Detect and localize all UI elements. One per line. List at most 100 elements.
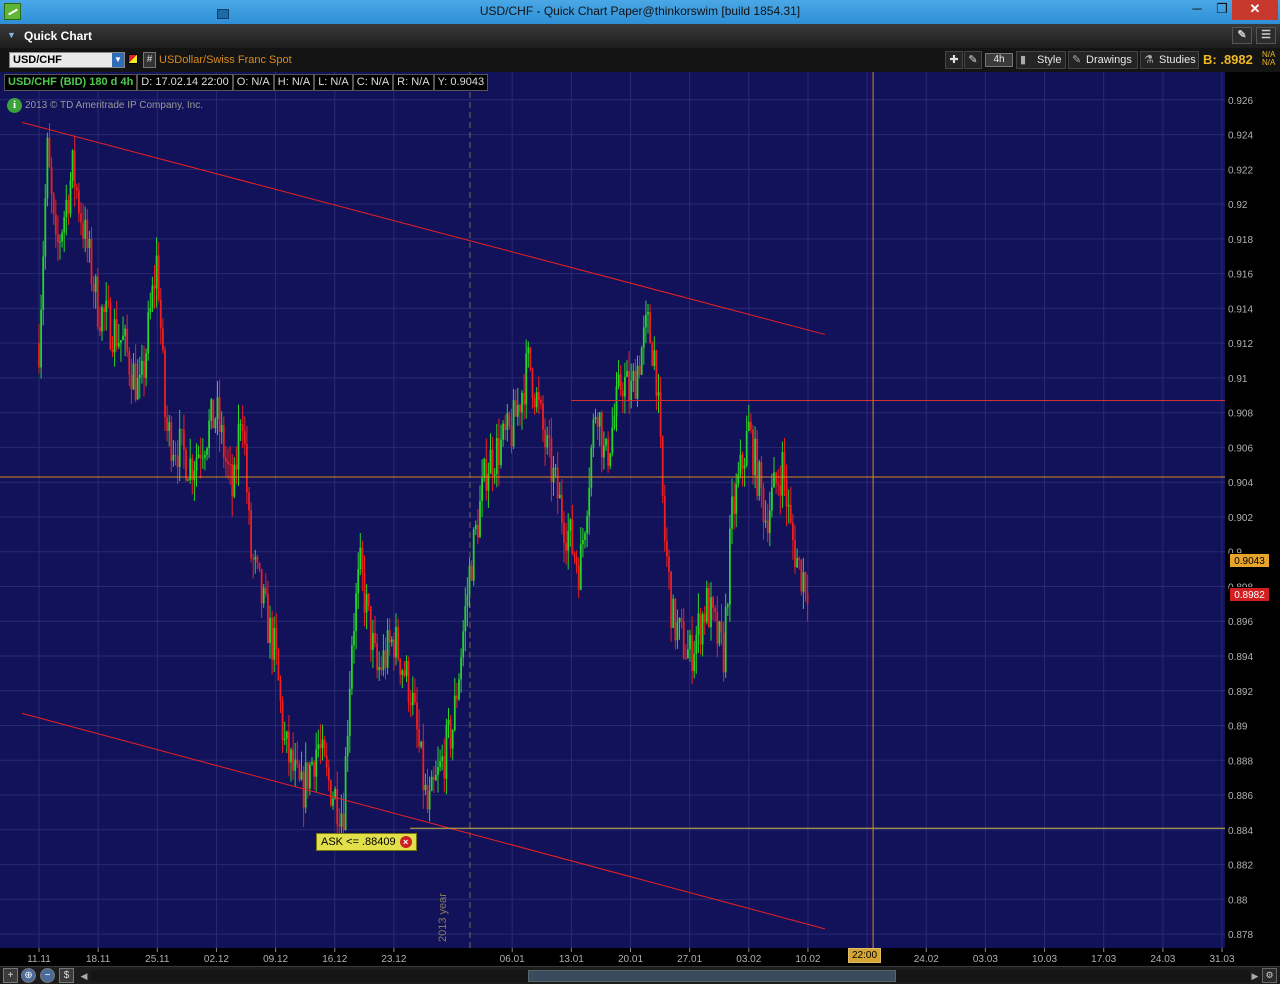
candle-body bbox=[542, 403, 544, 430]
dollar-icon[interactable]: $ bbox=[59, 968, 74, 983]
candle-body bbox=[701, 614, 704, 645]
candle-body bbox=[401, 670, 404, 675]
crosshair-icon[interactable]: ✚ bbox=[945, 51, 963, 69]
symbol-dropdown-icon[interactable]: ▼ bbox=[112, 53, 124, 67]
x-tick-label: 23.12 bbox=[381, 954, 406, 965]
candle-body bbox=[477, 524, 479, 538]
candle-body bbox=[584, 533, 586, 540]
candle-body bbox=[275, 628, 278, 650]
plot-background bbox=[0, 72, 1225, 948]
date-readout: D: 17.02.14 22:00 bbox=[137, 74, 233, 91]
studies-button[interactable]: ⚗ Studies bbox=[1140, 51, 1199, 69]
menu-icon[interactable]: ☰ bbox=[1256, 27, 1276, 44]
candle-body bbox=[138, 374, 141, 378]
candle-body bbox=[48, 137, 51, 168]
candle-body bbox=[670, 571, 672, 628]
candle-body bbox=[445, 725, 448, 779]
scroll-left-icon[interactable]: ◀ bbox=[78, 970, 90, 982]
candle-body bbox=[577, 565, 580, 590]
candle-body bbox=[752, 429, 754, 475]
hash-button[interactable]: # bbox=[143, 52, 156, 68]
candle-body bbox=[311, 761, 313, 765]
chart-settings-icon[interactable]: ⚙ bbox=[1262, 968, 1277, 983]
candle-body bbox=[372, 632, 374, 650]
candle-body bbox=[588, 487, 591, 517]
remove-alert-icon[interactable]: × bbox=[399, 836, 412, 848]
pin-icon[interactable]: ✎ bbox=[1232, 27, 1252, 44]
candle-body bbox=[718, 621, 721, 644]
candle-body bbox=[304, 762, 307, 808]
price-chart[interactable]: 0.9260.9240.9220.920.9180.9160.9140.9120… bbox=[0, 72, 1280, 966]
candle-body bbox=[684, 658, 687, 660]
wrench-icon[interactable]: ✎ bbox=[964, 51, 982, 69]
candle-body bbox=[716, 612, 719, 644]
candle-body bbox=[472, 529, 475, 581]
style-button[interactable]: ▮ Style bbox=[1016, 51, 1066, 69]
y-tick-label: 0.882 bbox=[1228, 861, 1253, 872]
collapse-caret-icon[interactable]: ▼ bbox=[7, 30, 16, 40]
candle-body bbox=[710, 597, 712, 628]
candle-body bbox=[680, 618, 683, 622]
candle-body bbox=[609, 453, 612, 466]
candle-body bbox=[535, 392, 538, 408]
candle-body bbox=[256, 556, 259, 563]
candle-body bbox=[489, 449, 492, 474]
candle-body bbox=[115, 319, 118, 347]
candle-body bbox=[666, 540, 668, 557]
x-tick-label: 13.01 bbox=[559, 954, 584, 965]
info-icon[interactable]: i bbox=[7, 98, 22, 113]
aggregation-selector[interactable]: 4h bbox=[985, 53, 1013, 67]
candle-body bbox=[735, 483, 738, 514]
zoom-in-icon[interactable]: + bbox=[3, 968, 18, 983]
candle-body bbox=[363, 572, 366, 613]
candle-body bbox=[279, 680, 282, 701]
candle-body bbox=[651, 342, 654, 366]
candle-body bbox=[382, 650, 385, 671]
zoom-out-icon[interactable]: − bbox=[40, 968, 55, 983]
candle-body bbox=[336, 788, 339, 825]
chart-area[interactable]: 0.926 0.924 0.922 0.92 0.918 0.916 0.914 0.912 0… bbox=[0, 72, 1280, 966]
candle-body bbox=[745, 431, 748, 466]
candle-body bbox=[634, 370, 637, 399]
candle-body bbox=[449, 719, 452, 749]
symbol-input[interactable]: USD/CHF ▼ bbox=[9, 52, 125, 68]
candle-body bbox=[269, 617, 271, 643]
target-icon[interactable]: ⊕ bbox=[21, 968, 36, 983]
candle-body bbox=[506, 413, 509, 431]
scroll-right-icon[interactable]: ▶ bbox=[1249, 970, 1261, 982]
candle-body bbox=[414, 692, 416, 703]
candle-body bbox=[50, 167, 53, 195]
candle-body bbox=[645, 314, 647, 328]
study-label[interactable]: USD/CHF (BID) 180 d 4h bbox=[4, 74, 138, 91]
candle-body bbox=[393, 639, 395, 658]
candle-body bbox=[674, 598, 677, 641]
y-tick-label: 0.894 bbox=[1228, 652, 1253, 663]
candle-body bbox=[174, 455, 177, 457]
candle-body bbox=[605, 439, 607, 446]
candle-body bbox=[575, 557, 578, 566]
symbol-link-icon[interactable] bbox=[128, 54, 138, 64]
candle-body bbox=[101, 307, 103, 332]
y-tick-label: 0.884 bbox=[1228, 826, 1253, 837]
candle-body bbox=[178, 428, 181, 467]
minimize-button[interactable]: ─ bbox=[1183, 0, 1211, 20]
header-title: Quick Chart bbox=[24, 29, 93, 43]
candle-body bbox=[523, 392, 525, 405]
candle-body bbox=[640, 347, 643, 375]
candle-body bbox=[647, 311, 649, 315]
candle-body bbox=[676, 622, 679, 641]
candle-body bbox=[264, 587, 267, 594]
candle-body bbox=[183, 429, 185, 451]
ask-alert-badge[interactable]: ASK <= .88409 × bbox=[316, 833, 417, 851]
candle-body bbox=[672, 598, 675, 628]
candle-body bbox=[357, 569, 360, 594]
candle-body bbox=[783, 452, 786, 479]
candle-body bbox=[243, 431, 246, 445]
candle-body bbox=[720, 621, 723, 633]
scrollbar-thumb[interactable] bbox=[528, 970, 896, 982]
close-button[interactable]: ✕ bbox=[1232, 0, 1278, 20]
chart-info-strip: USD/CHF (BID) 180 d 4h D: 17.02.14 22:00… bbox=[4, 74, 489, 91]
drawings-button[interactable]: ✎ Drawings bbox=[1068, 51, 1138, 69]
candle-body bbox=[529, 347, 532, 369]
candle-body bbox=[592, 419, 595, 448]
